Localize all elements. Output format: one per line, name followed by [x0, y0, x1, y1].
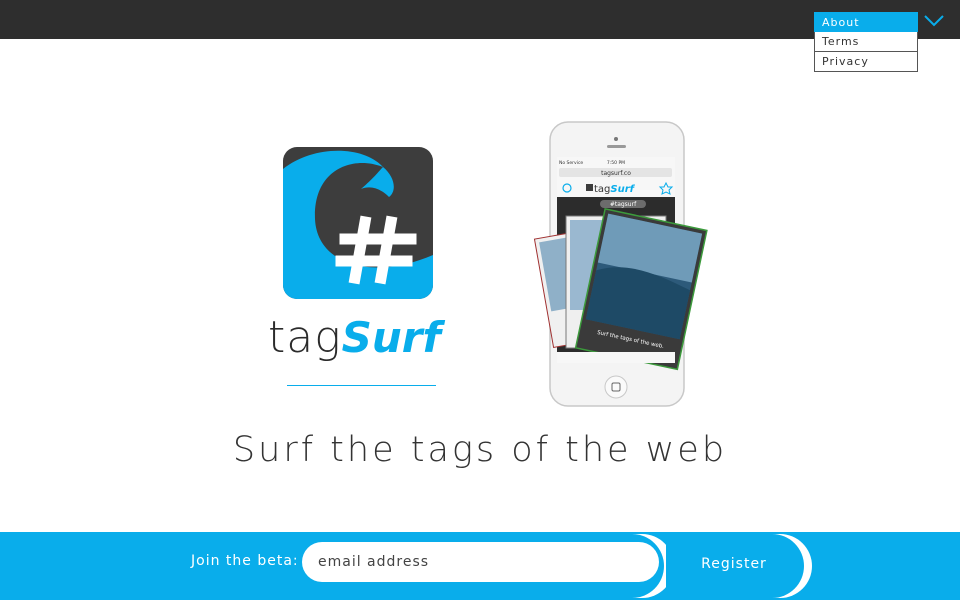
wordmark-tag: tag: [268, 312, 342, 363]
svg-text:tagSurf: tagSurf: [594, 184, 636, 195]
phone-app-name-surf: Surf: [610, 184, 635, 195]
email-field-outline: [296, 534, 674, 598]
phone-time: 7:50 PM: [607, 160, 625, 166]
register-button-outline: Register: [666, 534, 812, 598]
wordmark-surf: Surf: [341, 313, 441, 362]
signup-bar: Join the beta: Register: [0, 532, 960, 600]
phone-hashtag: #tagsurf: [610, 201, 637, 208]
menu-item-privacy[interactable]: Privacy: [814, 52, 918, 72]
join-beta-label: Join the beta:: [191, 553, 299, 569]
menu-item-terms[interactable]: Terms: [814, 32, 918, 52]
dropdown-menu: About Terms Privacy: [814, 12, 918, 72]
register-button-frame: Register: [666, 534, 804, 598]
phone-mockup: No Service 7:50 PM tagsurf.co tagSurf #t…: [533, 121, 708, 407]
chevron-down-icon[interactable]: [922, 10, 946, 30]
logo-divider: [287, 385, 436, 386]
phone-app-name-tag: tag: [594, 184, 610, 195]
phone-url: tagsurf.co: [601, 170, 631, 177]
register-button[interactable]: Register: [666, 534, 802, 594]
menu-item-about[interactable]: About: [814, 12, 918, 32]
email-input[interactable]: [302, 542, 659, 582]
email-field-frame: [296, 534, 664, 598]
hero-tagline: Surf the tags of the web: [232, 430, 728, 470]
tagsurf-logo-icon: [283, 147, 433, 299]
tagsurf-wordmark: tagSurf: [268, 312, 458, 363]
phone-carrier: No Service: [559, 160, 583, 166]
